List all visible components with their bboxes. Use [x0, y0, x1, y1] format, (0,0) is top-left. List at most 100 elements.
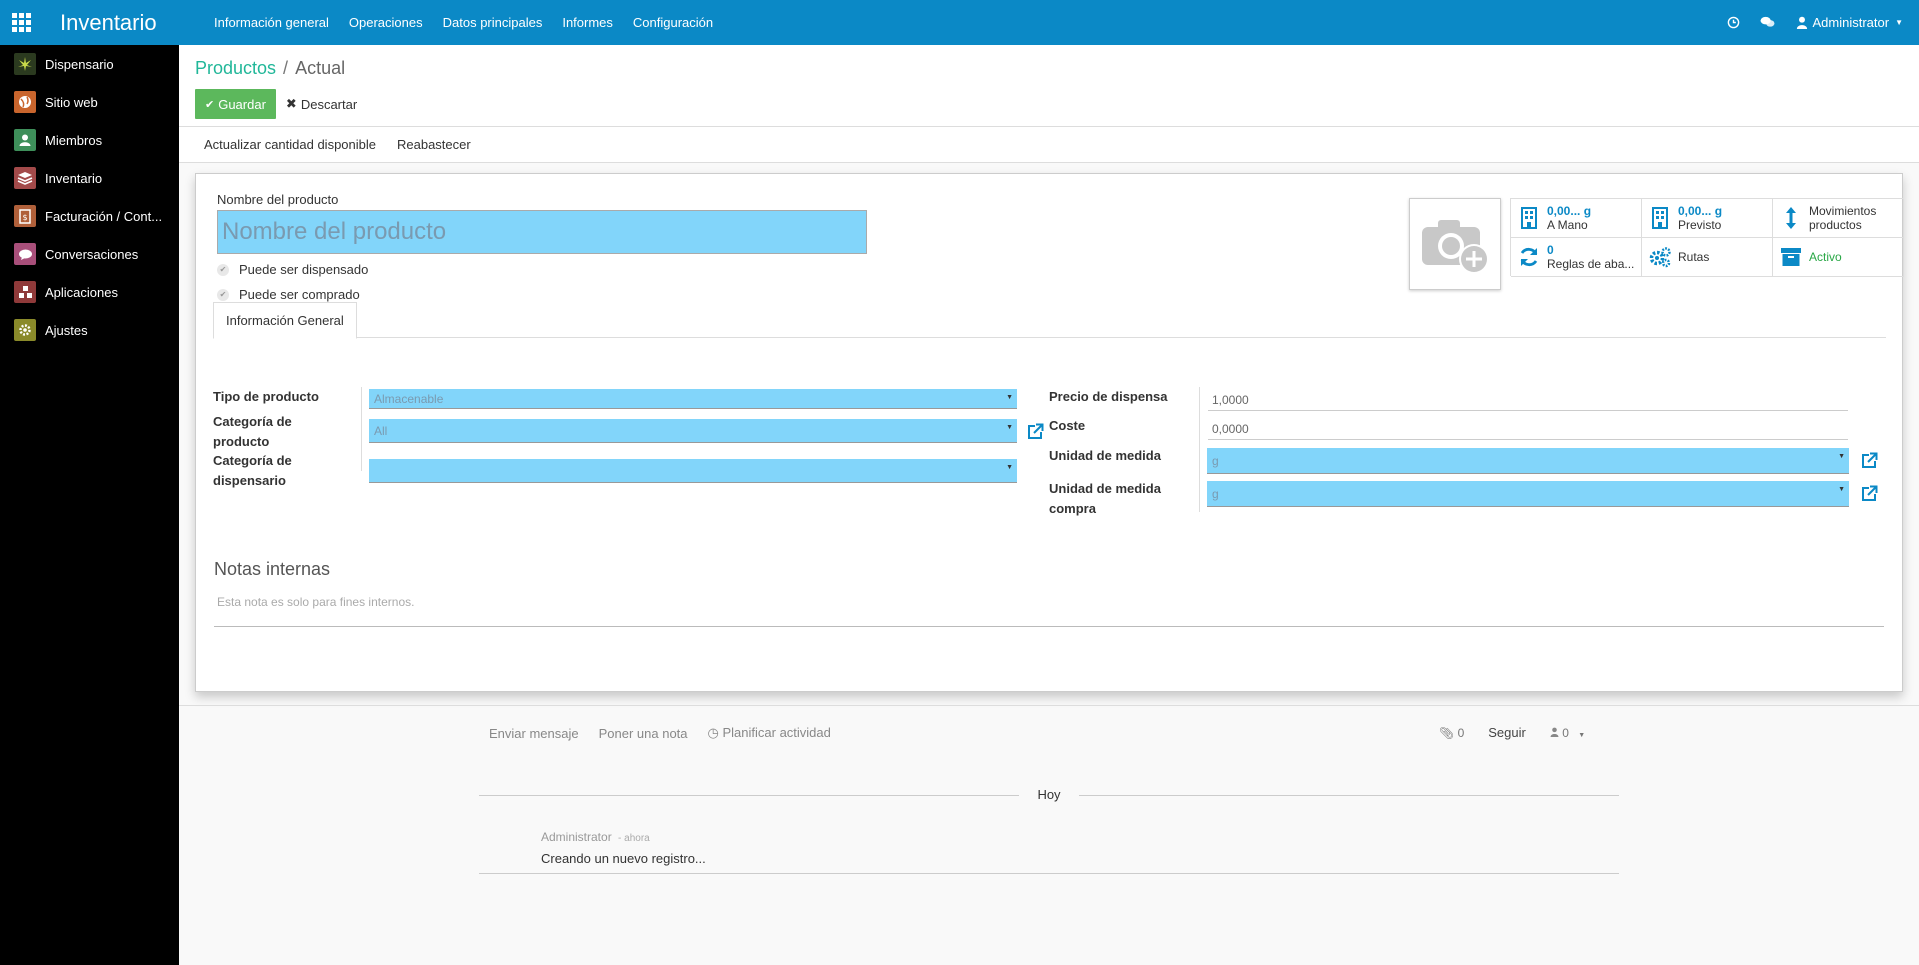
dispense-price-input[interactable]: 1,0000	[1208, 389, 1848, 411]
label-separator	[1199, 387, 1200, 512]
form-sheet: Nombre del producto Nombre del producto …	[195, 173, 1904, 692]
forecast-button[interactable]: 0,00... g Previsto	[1642, 199, 1773, 238]
dropdown-caret-icon: ▼	[1006, 394, 1013, 401]
moves-label-line2: productos	[1809, 218, 1862, 232]
followers-button[interactable]: 0 ▼	[1550, 726, 1585, 740]
apps-menu-icon[interactable]	[12, 12, 34, 34]
on-hand-value: 0,00... g	[1547, 204, 1592, 218]
sidebar-item-conversaciones[interactable]: Conversaciones	[0, 235, 179, 273]
chat-bubble-icon	[14, 243, 36, 265]
building-icon	[1517, 206, 1541, 230]
sidebar-item-ajustes[interactable]: Ajustes	[0, 311, 179, 349]
on-hand-label: A Mano	[1547, 218, 1588, 232]
refresh-icon	[1517, 245, 1541, 269]
send-message-button[interactable]: Enviar mensaje	[489, 726, 579, 741]
uom-purchase-value: g	[1212, 486, 1219, 501]
chatter-separator	[179, 705, 1919, 706]
cost-input[interactable]: 0,0000	[1208, 418, 1848, 440]
activity-clock-icon[interactable]	[1726, 15, 1742, 31]
author-name[interactable]: Administrator	[541, 830, 612, 844]
menu-datos-principales[interactable]: Datos principales	[443, 15, 543, 30]
dispensary-category-label: Categoría de dispensario	[213, 453, 292, 488]
invoice-icon: $	[14, 205, 36, 227]
menu-informes[interactable]: Informes	[562, 15, 613, 30]
sidebar-item-dispensario[interactable]: Dispensario	[0, 45, 179, 83]
can-be-dispensed-checkbox[interactable]: ✔ Puede ser dispensado	[217, 262, 368, 277]
product-category-select[interactable]: All ▼	[369, 419, 1017, 443]
open-uom-external-icon[interactable]	[1859, 451, 1879, 471]
routes-button[interactable]: Rutas	[1642, 238, 1773, 277]
message-body: Creando un nuevo registro...	[541, 851, 706, 866]
schedule-activity-label: Planificar actividad	[722, 725, 831, 740]
menu-operaciones[interactable]: Operaciones	[349, 15, 423, 30]
sidebar-item-miembros[interactable]: Miembros	[0, 121, 179, 159]
checkbox-label: Puede ser comprado	[239, 287, 360, 302]
message-underline	[479, 873, 1619, 874]
breadcrumb: Productos / Actual	[195, 45, 1919, 79]
user-name: Administrator	[1812, 15, 1890, 30]
attachments-button[interactable]: 📎︎ 0	[1439, 726, 1464, 740]
open-category-external-icon[interactable]	[1025, 422, 1045, 442]
building-icon	[1648, 206, 1672, 230]
moves-label-line1: Movimientos	[1809, 204, 1877, 218]
forecast-value: 0,00... g	[1678, 204, 1723, 218]
replenish-button[interactable]: Reabastecer	[397, 137, 471, 152]
sidebar-item-aplicaciones[interactable]: Aplicaciones	[0, 273, 179, 311]
product-type-select[interactable]: Almacenable ▼	[369, 389, 1017, 409]
sidebar-item-inventario[interactable]: Inventario	[0, 159, 179, 197]
chatter-followers-bar: 📎︎ 0 Seguir 0 ▼	[1439, 725, 1585, 740]
product-type-value: Almacenable	[374, 391, 444, 406]
follow-button[interactable]: Seguir	[1488, 725, 1526, 740]
can-be-purchased-checkbox[interactable]: ✔ Puede ser comprado	[217, 287, 360, 302]
product-name-input[interactable]: Nombre del producto	[217, 210, 867, 254]
gears-icon	[1648, 245, 1672, 269]
dispensary-category-select[interactable]: ▼	[369, 459, 1017, 483]
internal-notes-input[interactable]: Esta nota es solo para fines internos.	[217, 595, 414, 609]
vertical-arrows-icon	[1779, 206, 1803, 230]
notebook-tabs: Información General	[213, 302, 1886, 339]
schedule-activity-button[interactable]: ◷ Planificar actividad	[708, 725, 831, 741]
uom-purchase-select[interactable]: g ▼	[1207, 481, 1849, 507]
user-icon	[1550, 727, 1559, 737]
active-label: Activo	[1809, 250, 1842, 264]
gear-icon	[14, 319, 36, 341]
open-uom-purchase-external-icon[interactable]	[1859, 484, 1879, 504]
sidebar-item-facturacion[interactable]: $ Facturación / Cont...	[0, 197, 179, 235]
routes-label: Rutas	[1678, 250, 1710, 264]
menu-configuracion[interactable]: Configuración	[633, 15, 713, 30]
product-image-upload[interactable]	[1409, 198, 1501, 290]
reordering-rules-button[interactable]: 0 Reglas de aba...	[1511, 238, 1642, 277]
message-time: - ahora	[618, 833, 650, 844]
svg-text:$: $	[22, 213, 27, 222]
dropdown-caret-icon: ▼	[1838, 453, 1845, 460]
save-button[interactable]: ✔ Guardar	[195, 89, 276, 119]
sidebar: Dispensario Sitio web Miembros Inventari…	[0, 45, 179, 965]
sidebar-item-label: Conversaciones	[45, 246, 139, 262]
menu-informacion-general[interactable]: Información general	[214, 15, 329, 30]
uom-select[interactable]: g ▼	[1207, 448, 1849, 474]
active-toggle-button[interactable]: Activo	[1773, 238, 1904, 277]
update-quantity-button[interactable]: Actualizar cantidad disponible	[204, 137, 376, 152]
sidebar-item-label: Ajustes	[45, 322, 88, 338]
uom-purchase-label: Unidad de medida compra	[1049, 481, 1161, 516]
user-menu[interactable]: Administrator ▼	[1796, 15, 1903, 30]
sidebar-item-label: Inventario	[45, 170, 103, 186]
top-menu: Información general Operaciones Datos pr…	[214, 15, 733, 30]
breadcrumb-productos[interactable]: Productos	[195, 58, 276, 79]
save-button-label: Guardar	[218, 96, 266, 112]
on-hand-button[interactable]: 0,00... g A Mano	[1511, 199, 1642, 238]
separator-line	[479, 795, 1019, 796]
message-author: Administrator - ahora	[541, 830, 650, 844]
cost-label: Coste	[1049, 418, 1086, 433]
user-icon	[1796, 16, 1807, 29]
discard-button[interactable]: ✖ Descartar	[286, 96, 357, 112]
log-note-button[interactable]: Poner una nota	[599, 726, 688, 741]
control-panel: Productos / Actual ✔ Guardar ✖ Descartar	[179, 45, 1919, 127]
sidebar-item-sitio-web[interactable]: Sitio web	[0, 83, 179, 121]
messages-icon[interactable]	[1760, 15, 1776, 31]
tab-informacion-general[interactable]: Información General	[213, 302, 357, 339]
sidebar-item-label: Sitio web	[45, 94, 98, 110]
product-moves-button[interactable]: Movimientos productos	[1773, 199, 1904, 238]
checkbox-label: Puede ser dispensado	[239, 262, 369, 277]
dropdown-caret-icon: ▼	[1006, 424, 1013, 431]
